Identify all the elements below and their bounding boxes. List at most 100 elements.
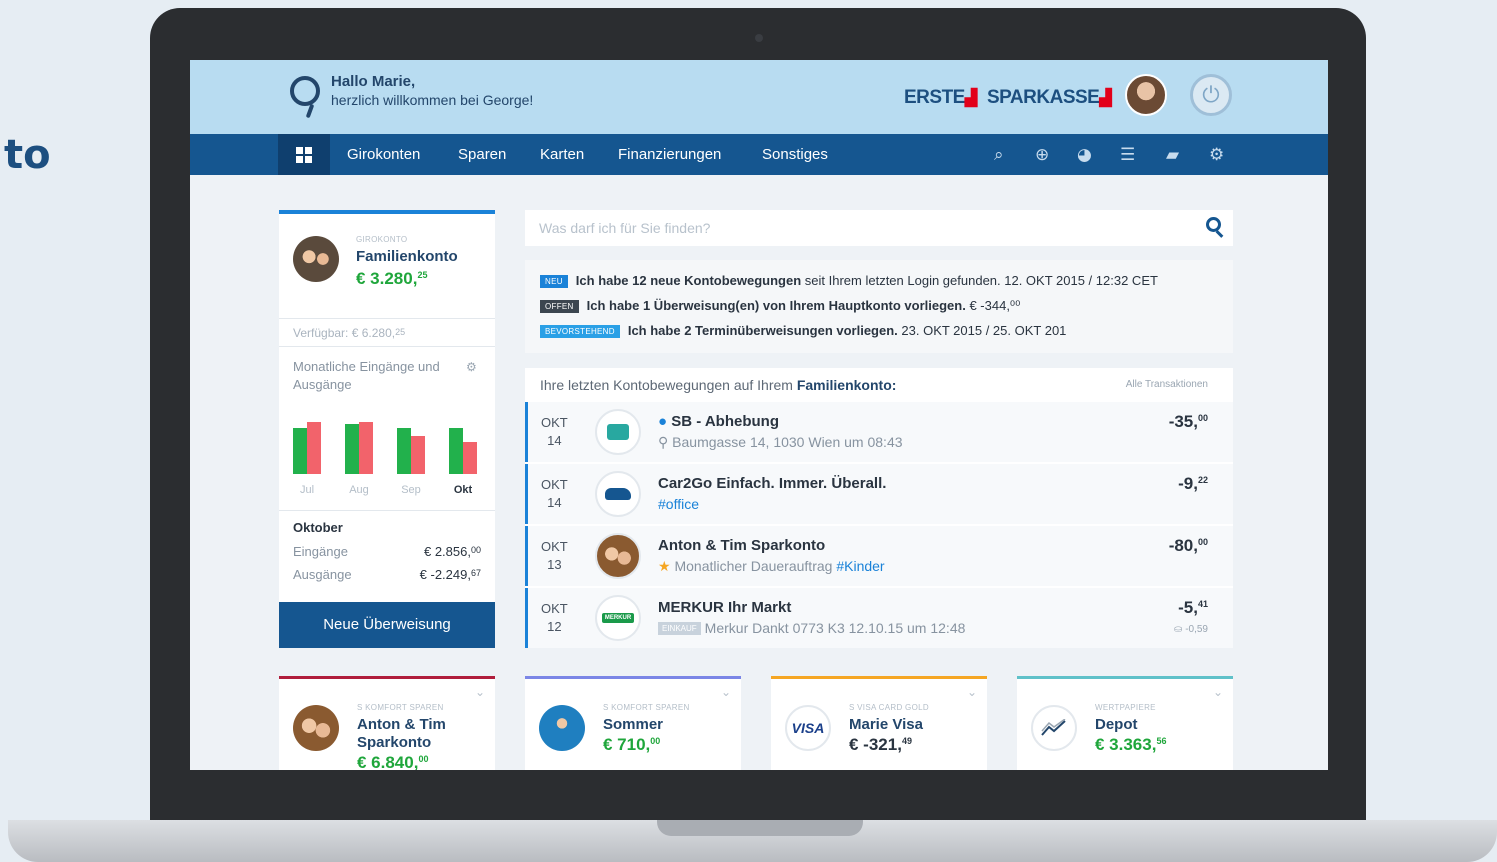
erste-s-icon: ▟ [964,90,977,107]
logout-power-icon[interactable]: ⏻ [1190,74,1232,116]
transaction-tag[interactable]: #Kinder [836,558,884,574]
income-main: € 2.856, [423,544,471,559]
product-balance: € 710,00 [603,735,660,755]
main-navigation: Girokonten Sparen Karten Finanzierungen … [190,134,1328,175]
user-avatar[interactable] [1125,74,1167,116]
product-type: WERTPAPIERE [1095,703,1156,712]
product-type: S KOMFORT SPAREN [357,703,444,712]
tx-title-text: SB - Abhebung [671,413,779,430]
bar-income-sep [397,428,411,474]
transaction-tag[interactable]: #office [658,496,699,512]
divider [279,346,495,347]
expense-label: Ausgänge [293,567,352,582]
car-icon [595,471,641,517]
notification-bold: Ich habe 12 neue Kontobewegungen [575,273,802,288]
tx-amount-main: -35, [1168,412,1198,431]
nav-item-sparen[interactable]: Sparen [458,146,506,163]
george-logo-icon[interactable] [290,76,320,106]
transaction-row[interactable]: OKT 12 MERKUR MERKUR Ihr Markt EINKAUF Mer… [525,588,1233,648]
chat-icon[interactable]: ▰ [1166,145,1179,165]
monthly-chart-title: Monatliche Eingänge und Ausgänge [293,359,440,392]
nav-item-girokonten[interactable]: Girokonten [347,146,420,163]
chart-settings-gear-icon[interactable]: ⚙ [466,360,477,374]
category-badge: EINKAUF [658,622,701,635]
product-balance-cents: 56 [1156,736,1167,746]
notification-item[interactable]: OFFEN Ich habe 1 Überweisung(en) von Ihre… [540,298,1020,314]
kids-photo-avatar [595,533,641,579]
monthly-bar-chart [293,410,483,474]
transaction-title: ● SB - Abhebung [658,413,779,430]
status-badge: OFFEN [540,300,579,313]
all-transactions-link[interactable]: Alle Transaktionen [1126,379,1208,390]
tx-month: OKT [541,415,568,430]
product-card-depot[interactable]: ⌄ WERTPAPIERE Depot € 3.363,56 [1017,676,1233,770]
product-balance: € 3.363,56 [1095,735,1166,755]
notification-item[interactable]: NEU Ich habe 12 neue Kontobewegungen seit… [540,273,1158,288]
bar-month-label: Okt [453,484,473,496]
period-title: Oktober [293,520,343,535]
product-card-sommer[interactable]: ⌄ S KOMFORT SPAREN Sommer € 710,00 [525,676,741,770]
gear-icon[interactable]: ⚙ [1209,145,1224,165]
notifications-panel: NEU Ich habe 12 neue Kontobewegungen seit… [525,260,1233,353]
tx-amount-cents: 41 [1197,599,1208,609]
notification-bold: Ich habe 2 Terminüberweisungen vorliegen… [627,323,898,338]
roundup-amount: ⛀ -0,59 [1174,624,1208,635]
divider [279,510,495,511]
new-transfer-button[interactable]: Neue Überweisung [279,602,495,648]
notification-item[interactable]: BEVORSTEHEND Ich habe 2 Terminüberweisung… [540,323,1066,338]
product-card-marie-visa[interactable]: ⌄ VISA S VISA CARD GOLD Marie Visa € -32… [771,676,987,770]
nav-item-finanzierungen[interactable]: Finanzierungen [618,146,721,163]
search-icon[interactable] [1206,217,1221,232]
transaction-title: MERKUR Ihr Markt [658,599,792,616]
account-balance: € 3.280,25 [356,269,427,289]
chevron-down-icon[interactable]: ⌄ [1213,685,1223,699]
merkur-logo-text: MERKUR [601,613,635,623]
nav-item-karten[interactable]: Karten [540,146,584,163]
tx-month: OKT [541,539,568,554]
account-overview-card[interactable]: GIROKONTO Familienkonto € 3.280,25 Verfü… [279,210,495,648]
transaction-row[interactable]: OKT 14 ● SB - Abhebung ⚲ Baumgasse 14, 10… [525,402,1233,462]
visa-logo-text: VISA [791,720,825,736]
nav-item-sonstiges[interactable]: Sonstiges [762,146,828,163]
search-input[interactable] [539,210,1179,246]
location-pin-icon: ⚲ [658,434,673,450]
tx-month: OKT [541,601,568,616]
notification-bold: Ich habe 1 Überweisung(en) von Ihrem Hau… [586,298,966,313]
product-card-anton-tim[interactable]: ⌄ S KOMFORT SPAREN Anton & Tim Sparkonto… [279,676,495,770]
transaction-subtitle: ⚲ Baumgasse 14, 1030 Wien um 08:43 [658,434,903,451]
dot-icon: ● [658,413,672,430]
header-bar: Hallo Marie, herzlich willkommen bei Geo… [190,60,1328,134]
transaction-row[interactable]: OKT 14 Car2Go Einfach. Immer. Überall. #o… [525,464,1233,524]
transaction-amount: -35,00 [1169,412,1208,432]
chevron-down-icon[interactable]: ⌄ [721,685,731,699]
home-grid-button[interactable] [278,134,330,175]
transaction-row[interactable]: OKT 13 Anton & Tim Sparkonto ★ Monatliche… [525,526,1233,586]
product-balance: € 6.840,00 [357,753,428,770]
transaction-amount: -9,22 [1178,474,1208,494]
transaction-title: Anton & Tim Sparkonto [658,537,826,554]
tx-day: 12 [547,619,562,634]
search-icon[interactable]: ⌕ [994,145,1004,165]
trend-chart-icon [1031,705,1077,751]
chevron-down-icon[interactable]: ⌄ [967,685,977,699]
product-type: S KOMFORT SPAREN [603,703,690,712]
background-heading-fragment: to [4,132,51,178]
balance-cents: 25 [417,270,428,280]
piggy-bank-icon: ⛀ [1174,624,1186,635]
tx-day: 13 [547,557,562,572]
plus-icon[interactable]: ⊕ [1035,145,1049,165]
bar-month-label: Jul [299,484,315,496]
sparkasse-s-icon: ▟ [1099,90,1112,107]
chart-icon[interactable]: ◕ [1077,145,1092,165]
expense-row: Ausgänge € -2.249,67 [293,567,481,582]
product-name: Depot [1095,716,1138,733]
notes-icon[interactable]: ☰ [1120,145,1135,165]
available-balance: Verfügbar: € 6.280,25 [293,326,405,340]
transactions-header-account: Familienkonto: [796,377,897,393]
status-badge: NEU [540,275,568,288]
account-name: Familienkonto [356,248,458,265]
chevron-down-icon[interactable]: ⌄ [475,685,485,699]
product-type: S VISA CARD GOLD [849,703,929,712]
app-screen: Hallo Marie, herzlich willkommen bei Geo… [190,60,1328,770]
tx-month: OKT [541,477,568,492]
